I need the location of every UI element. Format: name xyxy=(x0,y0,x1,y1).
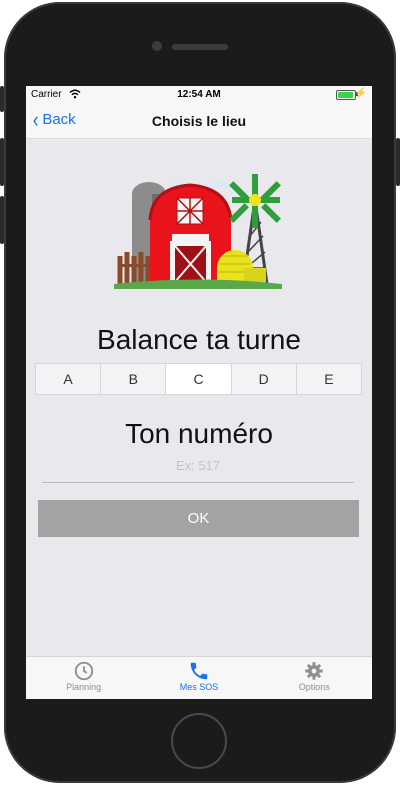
segment-c[interactable]: C xyxy=(166,364,232,394)
segment-d[interactable]: D xyxy=(232,364,297,394)
number-heading: Ton numéro xyxy=(125,418,273,449)
charging-icon: ⚡ xyxy=(354,88,367,99)
navigation-bar: ‹ Back Choisis le lieu xyxy=(26,104,372,139)
tab-bar: Planning Mes SOS Options xyxy=(26,656,372,699)
tab-label-planning: Planning xyxy=(66,682,102,692)
tab-mes-sos[interactable]: Mes SOS xyxy=(141,657,256,699)
screen: Carrier 12:54 AM ⚡ ‹ Back Choisis le lie… xyxy=(26,86,372,699)
power-button xyxy=(396,138,400,186)
tab-planning[interactable]: Planning xyxy=(26,657,141,699)
mute-switch xyxy=(0,86,4,112)
segment-e[interactable]: E xyxy=(297,364,361,394)
segment-a[interactable]: A xyxy=(36,364,102,394)
volume-down-button xyxy=(0,196,4,244)
page-title: Choisis le lieu xyxy=(151,113,247,129)
status-bar: Carrier 12:54 AM ⚡ xyxy=(26,86,372,104)
home-button[interactable] xyxy=(171,713,227,769)
volume-up-button xyxy=(0,138,4,186)
farm-illustration xyxy=(114,174,282,289)
front-camera xyxy=(152,41,162,51)
location-segmented-control[interactable]: A B C D E xyxy=(35,363,362,395)
tab-label-mes-sos: Mes SOS xyxy=(179,682,219,692)
phone-icon xyxy=(190,662,208,680)
location-heading: Balance ta turne xyxy=(97,324,301,355)
battery-icon xyxy=(336,90,356,100)
ok-button[interactable]: OK xyxy=(38,500,359,537)
status-time: 12:54 AM xyxy=(177,89,221,100)
speaker-grille xyxy=(172,44,228,50)
tab-label-options: Options xyxy=(298,682,330,692)
clock-icon xyxy=(74,661,93,681)
segment-b[interactable]: B xyxy=(101,364,167,394)
tab-options[interactable]: Options xyxy=(257,657,372,699)
gear-icon xyxy=(305,662,324,680)
number-input[interactable]: Ex: 517 xyxy=(42,458,354,483)
